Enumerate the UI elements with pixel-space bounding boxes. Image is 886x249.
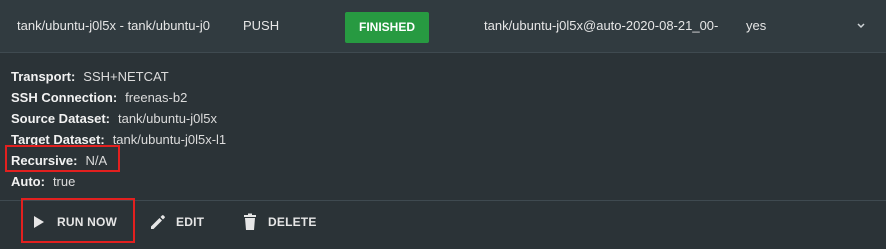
detail-value: freenas-b2 (125, 90, 188, 105)
delete-label: DELETE (268, 215, 317, 229)
run-now-button[interactable]: RUN NOW (30, 201, 117, 243)
detail-label: Recursive: (11, 153, 78, 168)
task-direction: PUSH (243, 18, 280, 33)
detail-value: true (52, 174, 76, 189)
run-now-label: RUN NOW (57, 215, 118, 229)
last-snapshot: tank/ubuntu-j0l5x@auto-2020-08-21_00- (484, 18, 719, 33)
chevron-down-icon[interactable] (853, 0, 869, 52)
detail-label: Target Dataset: (11, 132, 105, 147)
detail-label: Transport: (11, 69, 76, 84)
detail-auto: Auto: true (11, 171, 226, 192)
play-icon (30, 213, 48, 231)
chevron-down-icon-glyph (857, 23, 865, 29)
edit-label: EDIT (176, 215, 205, 229)
trash-icon (241, 213, 259, 231)
detail-target-dataset: Target Dataset: tank/ubuntu-j0l5x-l1 (11, 129, 226, 150)
edit-button[interactable]: EDIT (149, 201, 204, 243)
replication-task-panel: tank/ubuntu-j0l5x - tank/ubuntu-j0 PUSH … (0, 0, 886, 249)
detail-label: SSH Connection: (11, 90, 118, 105)
detail-ssh-connection: SSH Connection: freenas-b2 (11, 87, 226, 108)
detail-value: N/A (85, 153, 108, 168)
action-bar: RUN NOW EDIT DELETE (0, 201, 886, 249)
task-details: Transport: SSH+NETCAT SSH Connection: free… (11, 66, 226, 192)
status-badge[interactable]: FINISHED (345, 12, 429, 43)
detail-label: Source Dataset: (11, 111, 110, 126)
detail-label: Auto: (11, 174, 45, 189)
task-name: tank/ubuntu-j0l5x - tank/ubuntu-j0 (17, 18, 210, 33)
task-row[interactable]: tank/ubuntu-j0l5x - tank/ubuntu-j0 PUSH … (0, 0, 886, 53)
delete-button[interactable]: DELETE (241, 201, 317, 243)
detail-value: SSH+NETCAT (83, 69, 169, 84)
task-enabled: yes (746, 18, 767, 33)
pencil-icon (149, 213, 167, 231)
detail-source-dataset: Source Dataset: tank/ubuntu-j0l5x (11, 108, 226, 129)
detail-value: tank/ubuntu-j0l5x-l1 (112, 132, 227, 147)
detail-recursive: Recursive: N/A (11, 150, 226, 171)
detail-value: tank/ubuntu-j0l5x (117, 111, 217, 126)
detail-transport: Transport: SSH+NETCAT (11, 66, 226, 87)
